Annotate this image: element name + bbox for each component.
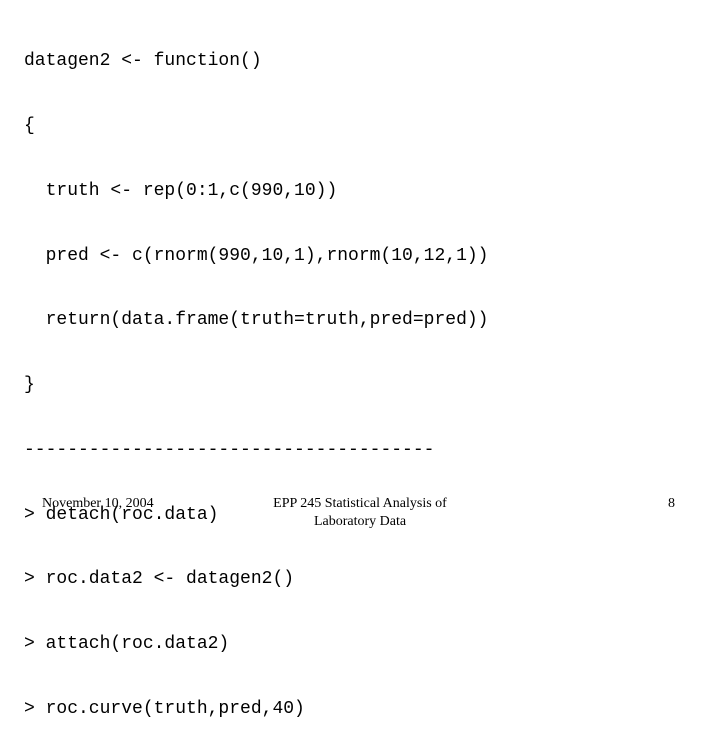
code-line-datagen2-call: > roc.data2 <- datagen2() <box>24 569 295 590</box>
code-line-truth: truth <- rep(0:1,c(990,10)) <box>24 180 338 201</box>
code-line-return: return(data.frame(truth=truth,pred=pred)… <box>24 310 489 331</box>
footer-title-line1: EPP 245 Statistical Analysis of <box>273 496 447 511</box>
code-line-open-brace: { <box>24 115 35 136</box>
code-line-attach: > attach(roc.data2) <box>24 634 230 655</box>
code-block: datagen2 <- function() { truth <- rep(0:… <box>24 8 488 742</box>
footer-date: November 10, 2004 <box>42 496 154 511</box>
slide-number: 8 <box>668 496 675 511</box>
footer-title: EPP 245 Statistical Analysis of Laborato… <box>230 495 490 531</box>
code-line-function-def: datagen2 <- function() <box>24 51 262 72</box>
code-line-close-brace: } <box>24 375 35 396</box>
footer-title-line2: Laboratory Data <box>313 514 407 529</box>
code-line-roc-curve: > roc.curve(truth,pred,40) <box>24 699 305 719</box>
code-separator: -------------------------------------- <box>24 439 435 460</box>
code-line-pred: pred <- c(rnorm(990,10,1),rnorm(10,12,1)… <box>24 245 489 266</box>
